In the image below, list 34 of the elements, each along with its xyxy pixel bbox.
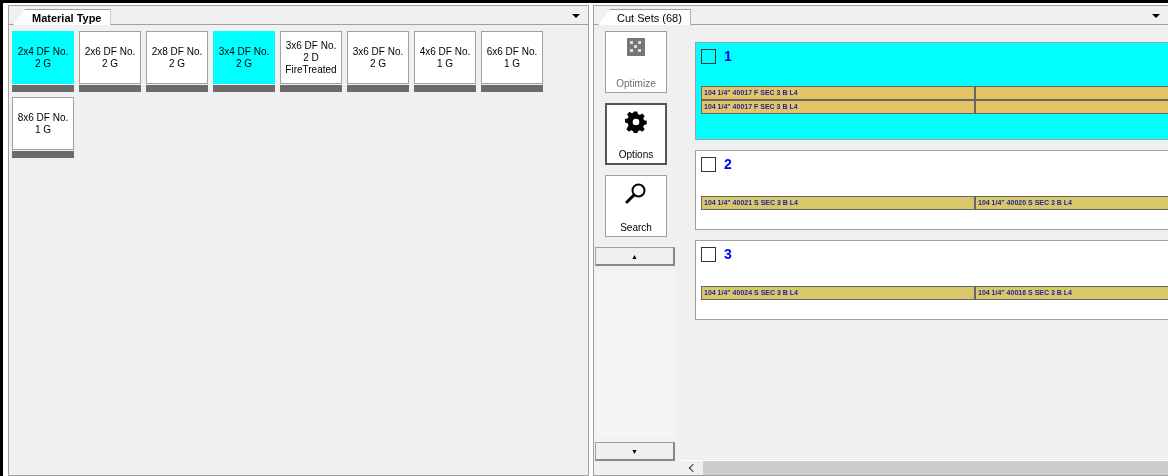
material-tile[interactable]: 3x6 DF No. 2 D FireTreated bbox=[280, 31, 342, 84]
material-tile[interactable]: 8x6 DF No. 1 G bbox=[12, 97, 74, 150]
grid-icon bbox=[627, 38, 645, 56]
search-icon bbox=[625, 182, 647, 204]
material-tile[interactable]: 3x6 DF No. 2 G bbox=[347, 31, 409, 84]
panel-tab[interactable]: Cut Sets (68) bbox=[598, 9, 691, 25]
checkbox[interactable] bbox=[701, 246, 716, 262]
tile-bar bbox=[481, 85, 543, 92]
material-tile[interactable]: 2x8 DF No. 2 G bbox=[146, 31, 208, 84]
cut-set-number: 1 bbox=[724, 48, 732, 64]
tile-bar bbox=[213, 85, 275, 92]
options-button[interactable]: Options bbox=[605, 103, 667, 165]
tile-bar bbox=[280, 85, 342, 92]
cut-set-number: 3 bbox=[724, 246, 732, 262]
material-tile[interactable]: 3x4 DF No. 2 G bbox=[213, 31, 275, 84]
material-tile[interactable]: 6x6 DF No. 1 G bbox=[481, 31, 543, 84]
cut-set-number: 2 bbox=[724, 156, 732, 172]
settings-icon bbox=[625, 111, 647, 133]
material-tile[interactable]: 4x6 DF No. 1 G bbox=[414, 31, 476, 84]
checkbox[interactable] bbox=[701, 156, 716, 172]
tile-bar bbox=[347, 85, 409, 92]
dropdown-caret-icon[interactable] bbox=[1152, 14, 1160, 18]
tile-bar bbox=[414, 85, 476, 92]
material-tile[interactable]: 2x4 DF No. 2 G bbox=[12, 31, 74, 84]
tile-bar bbox=[12, 151, 74, 158]
material-tile[interactable]: 2x6 DF No. 2 G bbox=[79, 31, 141, 84]
horizontal-scrollbar[interactable] bbox=[682, 460, 1168, 475]
panel-tab[interactable]: Material Type bbox=[13, 9, 111, 25]
checkbox[interactable] bbox=[701, 48, 716, 64]
tile-bar bbox=[146, 85, 208, 92]
dropdown-caret-icon[interactable] bbox=[572, 14, 580, 18]
tile-bar bbox=[12, 85, 74, 92]
tile-bar bbox=[79, 85, 141, 92]
search-button[interactable]: Search bbox=[605, 175, 667, 237]
